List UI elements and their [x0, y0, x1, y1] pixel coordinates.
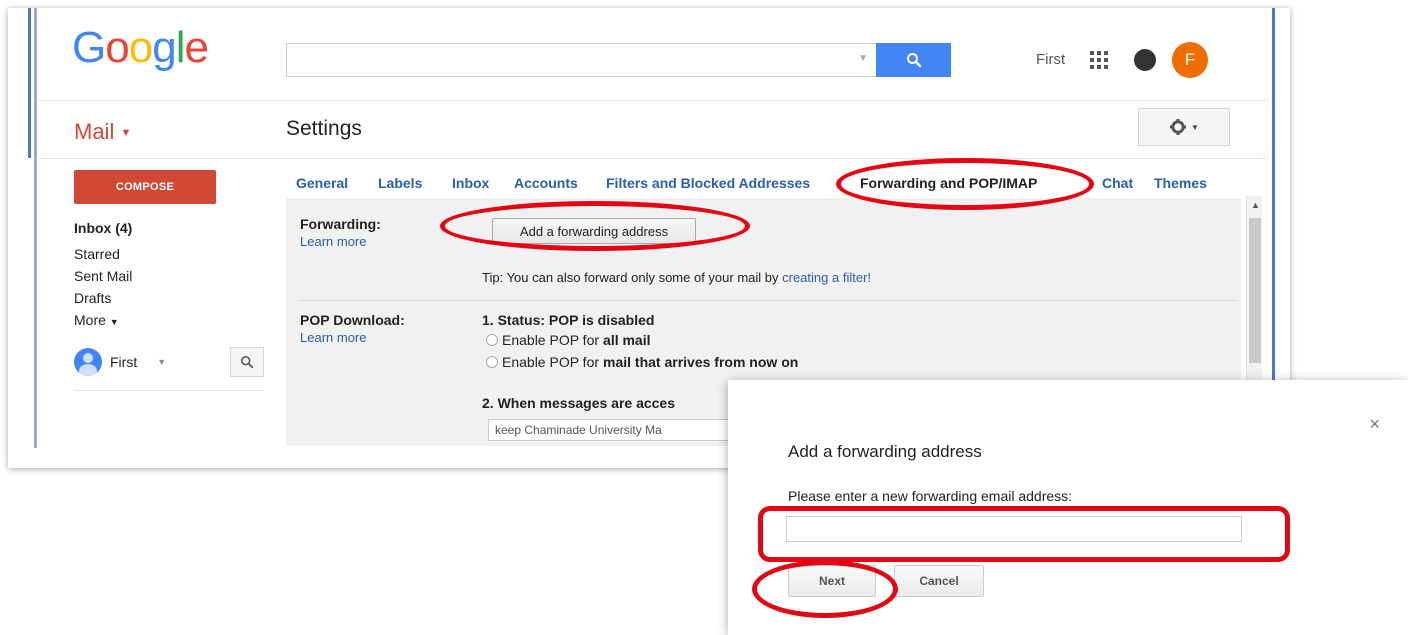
forwarding-label: Forwarding: — [300, 216, 381, 232]
search-icon — [906, 53, 921, 68]
add-forwarding-dialog: × Add a forwarding address Please enter … — [728, 380, 1408, 635]
dialog-prompt: Please enter a new forwarding email addr… — [788, 488, 1073, 504]
chevron-down-icon: ▼ — [120, 127, 132, 140]
compose-button[interactable]: COMPOSE — [74, 170, 216, 204]
hangouts-user[interactable]: First ▼ — [74, 348, 166, 376]
option-emphasis: all mail — [603, 332, 651, 348]
tab-chat[interactable]: Chat — [1102, 175, 1133, 191]
forwarding-learn-more-link[interactable]: Learn more — [300, 234, 366, 249]
page-title: Settings — [286, 117, 362, 140]
google-logo[interactable]: Google — [72, 22, 209, 74]
radio-button[interactable] — [486, 356, 498, 368]
toolbar-divider — [36, 158, 1266, 159]
logo-letter: G — [72, 23, 106, 72]
radio-button[interactable] — [486, 334, 498, 346]
tab-accounts[interactable]: Accounts — [514, 175, 578, 191]
pop-download-label: POP Download: — [300, 312, 405, 328]
mail-menu[interactable]: Mail ▼ — [74, 119, 131, 145]
scrollbar-thumb[interactable] — [1249, 218, 1261, 363]
gear-icon — [1170, 119, 1187, 135]
logo-letter: o — [105, 23, 130, 72]
hangouts-user-name: First — [110, 354, 138, 370]
logo-letter: o — [128, 23, 154, 72]
search-icon — [240, 355, 254, 369]
account-name[interactable]: First — [1036, 51, 1065, 68]
option-text: Enable POP for — [502, 332, 600, 348]
logo-letter: g — [152, 23, 177, 72]
creating-filter-link[interactable]: creating a filter! — [782, 270, 871, 285]
tab-filters[interactable]: Filters and Blocked Addresses — [606, 175, 836, 191]
forwarding-tip: Tip: You can also forward only some of y… — [482, 270, 871, 285]
sidebar-item-more[interactable]: More ▼ — [74, 312, 119, 328]
section-divider — [298, 300, 1238, 301]
sidebar-item-label: More — [74, 312, 106, 328]
pop-status: 1. Status: POP is disabled — [482, 312, 655, 328]
sidebar-divider — [74, 390, 264, 391]
sidebar-item-starred[interactable]: Starred — [74, 246, 120, 262]
header-divider — [36, 100, 1266, 101]
notifications-icon[interactable] — [1134, 49, 1156, 71]
settings-gear-button[interactable]: ▼ — [1138, 108, 1230, 146]
mail-label: Mail — [74, 119, 115, 144]
sidebar-item-drafts[interactable]: Drafts — [74, 290, 111, 306]
people-search-button[interactable] — [230, 347, 264, 377]
tab-labels[interactable]: Labels — [378, 175, 422, 191]
enable-pop-new-option[interactable]: Enable POP for mail that arrives from no… — [486, 354, 798, 370]
when-accessed-label: 2. When messages are acces — [482, 395, 676, 411]
sidebar-item-sent-mail[interactable]: Sent Mail — [74, 268, 132, 284]
scrollbar[interactable]: ▲ — [1246, 196, 1262, 386]
pop-action-select[interactable]: keep Chaminade University Ma — [488, 419, 748, 441]
sidebar-item-inbox[interactable]: Inbox (4) — [74, 220, 132, 236]
tab-forwarding-pop-imap[interactable]: Forwarding and POP/IMAP — [860, 175, 1037, 191]
chevron-down-icon: ▼ — [109, 317, 119, 327]
window-border — [1272, 8, 1275, 388]
chevron-down-icon: ▼ — [1191, 122, 1199, 132]
chevron-down-icon: ▼ — [157, 357, 167, 367]
account-avatar[interactable]: F — [1172, 42, 1208, 78]
option-text: Enable POP for — [502, 354, 600, 370]
forwarding-email-input[interactable] — [786, 516, 1242, 542]
logo-letter: e — [184, 23, 209, 72]
search-input[interactable]: ▼ — [286, 43, 876, 77]
search-button[interactable] — [876, 43, 951, 77]
close-icon[interactable]: × — [1369, 414, 1380, 435]
logo-letter: l — [175, 23, 186, 72]
tab-general[interactable]: General — [296, 175, 348, 191]
cancel-button[interactable]: Cancel — [894, 565, 984, 597]
avatar — [74, 348, 102, 376]
dialog-title: Add a forwarding address — [788, 442, 982, 461]
scroll-up-icon[interactable]: ▲ — [1251, 200, 1260, 210]
enable-pop-all-option[interactable]: Enable POP for all mail — [486, 332, 651, 348]
tip-text: Tip: You can also forward only some of y… — [482, 270, 783, 285]
pop-learn-more-link[interactable]: Learn more — [300, 330, 366, 345]
window-border — [28, 8, 31, 158]
tab-inbox[interactable]: Inbox — [452, 175, 489, 191]
search-options-icon[interactable]: ▼ — [858, 53, 868, 64]
add-forwarding-address-button[interactable]: Add a forwarding address — [492, 218, 696, 244]
apps-grid-icon[interactable] — [1090, 51, 1108, 69]
next-button[interactable]: Next — [788, 565, 876, 597]
window-border — [34, 8, 37, 448]
option-emphasis: mail that arrives from now on — [603, 354, 799, 370]
tab-themes[interactable]: Themes — [1154, 175, 1207, 191]
